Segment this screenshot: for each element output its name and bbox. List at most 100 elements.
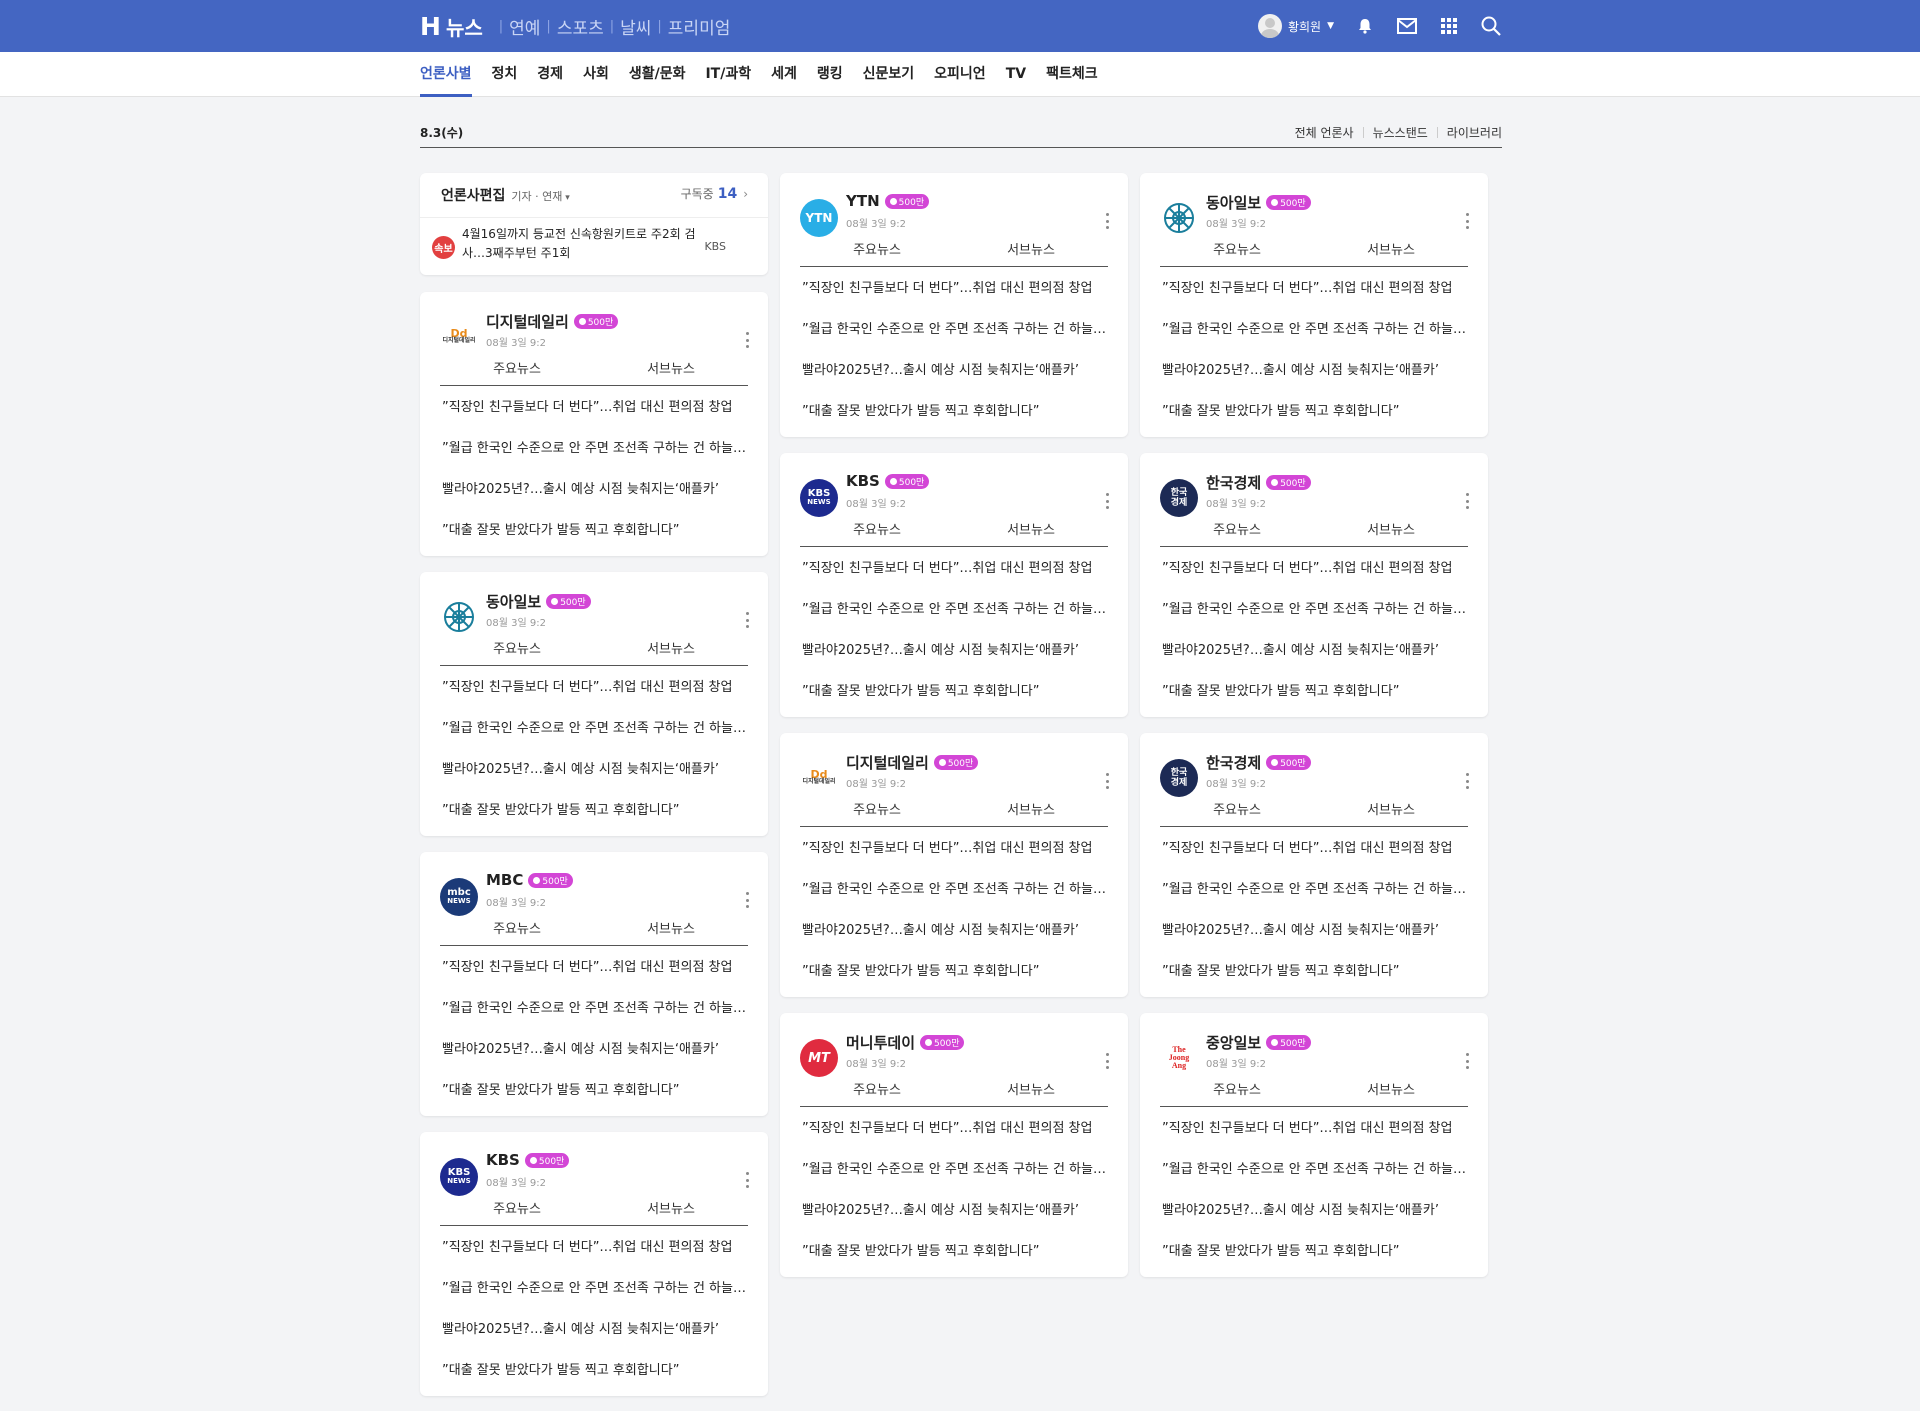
more-options-icon[interactable] [744, 1172, 750, 1188]
headline-item[interactable]: 빨라야2025년?…출시 예상 시점 늦춰지는‘애플카’ [442, 478, 748, 519]
more-options-icon[interactable] [1464, 213, 1470, 229]
press-name[interactable]: 디지털데일리 [486, 311, 569, 332]
tab-9[interactable]: 오피니언 [934, 52, 986, 97]
headline-item[interactable]: ”직장인 친구들보다 더 번다”…취업 대신 편의점 창업 [442, 676, 748, 717]
tab-8[interactable]: 신문보기 [863, 52, 915, 97]
more-options-icon[interactable] [1464, 493, 1470, 509]
headline-item[interactable]: ”월급 한국인 수준으로 안 주면 조선족 구하는 건 하늘의 별따기” [1162, 318, 1468, 359]
headline-item[interactable]: ”대출 잘못 받았다가 발등 찍고 후회합니다” [802, 400, 1108, 441]
headline-item[interactable]: ”월급 한국인 수준으로 안 주면 조선족 구하는 건 하늘의 별따기” [802, 598, 1108, 639]
headline-item[interactable]: 빨라야2025년?…출시 예상 시점 늦춰지는‘애플카’ [442, 1038, 748, 1079]
headline-item[interactable]: 빨라야2025년?…출시 예상 시점 늦춰지는‘애플카’ [442, 1318, 748, 1359]
tab-4[interactable]: 생활/문화 [629, 52, 686, 97]
headline-item[interactable]: 빨라야2025년?…출시 예상 시점 늦춰지는‘애플카’ [802, 639, 1108, 680]
headline-item[interactable]: ”월급 한국인 수준으로 안 주면 조선족 구하는 건 하늘의 별따기” [442, 717, 748, 758]
tab-main-news[interactable]: 주요뉴스 [440, 920, 594, 945]
mail-icon[interactable] [1396, 15, 1418, 37]
press-name[interactable]: 한국경제 [1206, 752, 1261, 773]
tab-7[interactable]: 랭킹 [817, 52, 843, 97]
press-name[interactable]: 중앙일보 [1206, 1032, 1261, 1053]
tab-main-news[interactable]: 주요뉴스 [800, 241, 954, 266]
headline-item[interactable]: 빨라야2025년?…출시 예상 시점 늦춰지는‘애플카’ [442, 758, 748, 799]
tab-sub-news[interactable]: 서브뉴스 [594, 920, 748, 945]
headline-item[interactable]: ”직장인 친구들보다 더 번다”…취업 대신 편의점 창업 [442, 396, 748, 437]
tab-main-news[interactable]: 주요뉴스 [1160, 241, 1314, 266]
headline-item[interactable]: ”월급 한국인 수준으로 안 주면 조선족 구하는 건 하늘의 별따기” [442, 1277, 748, 1318]
more-options-icon[interactable] [744, 332, 750, 348]
headline-item[interactable]: 빨라야2025년?…출시 예상 시점 늦춰지는‘애플카’ [802, 359, 1108, 400]
more-options-icon[interactable] [1104, 213, 1110, 229]
headline-item[interactable]: ”대출 잘못 받았다가 발등 찍고 후회합니다” [1162, 960, 1468, 1001]
more-options-icon[interactable] [1104, 493, 1110, 509]
tab-sub-news[interactable]: 서브뉴스 [1314, 801, 1468, 826]
link-newsstand[interactable]: 뉴스스탠드 [1373, 124, 1428, 141]
headline-item[interactable]: ”직장인 친구들보다 더 번다”…취업 대신 편의점 창업 [442, 1236, 748, 1277]
tab-sub-news[interactable]: 서브뉴스 [954, 521, 1108, 546]
tab-sub-news[interactable]: 서브뉴스 [594, 360, 748, 385]
grid-icon[interactable] [1438, 15, 1460, 37]
tab-main-news[interactable]: 주요뉴스 [800, 1081, 954, 1106]
tab-sub-news[interactable]: 서브뉴스 [1314, 241, 1468, 266]
more-options-icon[interactable] [1464, 773, 1470, 789]
more-options-icon[interactable] [1104, 773, 1110, 789]
more-options-icon[interactable] [1104, 1053, 1110, 1069]
tab-2[interactable]: 경제 [537, 52, 563, 97]
press-name[interactable]: MBC [486, 871, 523, 889]
headline-item[interactable]: ”직장인 친구들보다 더 번다”…취업 대신 편의점 창업 [802, 557, 1108, 598]
headline-item[interactable]: 빨라야2025년?…출시 예상 시점 늦춰지는‘애플카’ [1162, 639, 1468, 680]
tab-0[interactable]: 언론사별 [420, 52, 472, 97]
tab-main-news[interactable]: 주요뉴스 [800, 521, 954, 546]
logo-text[interactable]: 뉴스 [446, 12, 483, 41]
headline-item[interactable]: ”대출 잘못 받았다가 발등 찍고 후회합니다” [442, 1359, 748, 1400]
tab-1[interactable]: 정치 [492, 52, 518, 97]
headline-item[interactable]: ”대출 잘못 받았다가 발등 찍고 후회합니다” [1162, 680, 1468, 721]
tab-10[interactable]: TV [1006, 52, 1026, 97]
user-menu[interactable]: 황희원 ▼ [1257, 14, 1334, 38]
press-name[interactable]: 동아일보 [486, 591, 541, 612]
headline-item[interactable]: ”대출 잘못 받았다가 발등 찍고 후회합니다” [442, 519, 748, 560]
headline-item[interactable]: ”월급 한국인 수준으로 안 주면 조선족 구하는 건 하늘의 별따기” [802, 878, 1108, 919]
headline-item[interactable]: ”월급 한국인 수준으로 안 주면 조선족 구하는 건 하늘의 별따기” [802, 1158, 1108, 1199]
service-link-entertainment[interactable]: 연예 [509, 14, 540, 39]
headline-item[interactable]: 빨라야2025년?…출시 예상 시점 늦춰지는‘애플카’ [1162, 359, 1468, 400]
headline-item[interactable]: ”대출 잘못 받았다가 발등 찍고 후회합니다” [1162, 400, 1468, 441]
headline-item[interactable]: ”직장인 친구들보다 더 번다”…취업 대신 편의점 창업 [1162, 837, 1468, 878]
headline-item[interactable]: ”직장인 친구들보다 더 번다”…취업 대신 편의점 창업 [1162, 1117, 1468, 1158]
headline-item[interactable]: ”대출 잘못 받았다가 발등 찍고 후회합니다” [442, 799, 748, 840]
tab-5[interactable]: IT/과학 [705, 52, 751, 97]
breaking-headline[interactable]: 4월16일까지 등교전 신속항원키트로 주2회 검사…3째주부턴 주1회 [462, 225, 702, 263]
tab-main-news[interactable]: 주요뉴스 [440, 1200, 594, 1225]
tab-sub-news[interactable]: 서브뉴스 [954, 241, 1108, 266]
headline-item[interactable]: ”월급 한국인 수준으로 안 주면 조선족 구하는 건 하늘의 별따기” [802, 318, 1108, 359]
tab-11[interactable]: 팩트체크 [1046, 52, 1098, 97]
logo-icon[interactable]: H [420, 12, 441, 41]
headline-item[interactable]: ”월급 한국인 수준으로 안 주면 조선족 구하는 건 하늘의 별따기” [1162, 598, 1468, 639]
press-name[interactable]: KBS [486, 1151, 520, 1169]
service-link-weather[interactable]: 날씨 [620, 14, 651, 39]
headline-item[interactable]: ”직장인 친구들보다 더 번다”…취업 대신 편의점 창업 [802, 277, 1108, 318]
headline-item[interactable]: ”대출 잘못 받았다가 발등 찍고 후회합니다” [1162, 1240, 1468, 1281]
more-options-icon[interactable] [1464, 1053, 1470, 1069]
headline-item[interactable]: 빨라야2025년?…출시 예상 시점 늦춰지는‘애플카’ [802, 919, 1108, 960]
headline-item[interactable]: ”월급 한국인 수준으로 안 주면 조선족 구하는 건 하늘의 별따기” [442, 437, 748, 478]
headline-item[interactable]: ”월급 한국인 수준으로 안 주면 조선족 구하는 건 하늘의 별따기” [1162, 878, 1468, 919]
tab-main-news[interactable]: 주요뉴스 [440, 360, 594, 385]
subscribed-count-link[interactable]: 구독중 14 › [681, 185, 748, 202]
bell-icon[interactable] [1354, 15, 1376, 37]
tab-main-news[interactable]: 주요뉴스 [440, 640, 594, 665]
headline-item[interactable]: 빨라야2025년?…출시 예상 시점 늦춰지는‘애플카’ [1162, 1199, 1468, 1240]
service-link-premium[interactable]: 프리미엄 [668, 14, 731, 39]
press-name[interactable]: 동아일보 [1206, 192, 1261, 213]
press-name[interactable]: 디지털데일리 [846, 752, 929, 773]
tab-main-news[interactable]: 주요뉴스 [1160, 521, 1314, 546]
link-all-press[interactable]: 전체 언론사 [1295, 124, 1354, 141]
tab-main-news[interactable]: 주요뉴스 [1160, 1081, 1314, 1106]
press-name[interactable]: YTN [846, 192, 880, 210]
tab-sub-news[interactable]: 서브뉴스 [594, 1200, 748, 1225]
headline-item[interactable]: 빨라야2025년?…출시 예상 시점 늦춰지는‘애플카’ [1162, 919, 1468, 960]
tab-sub-news[interactable]: 서브뉴스 [594, 640, 748, 665]
tab-main-news[interactable]: 주요뉴스 [1160, 801, 1314, 826]
tab-sub-news[interactable]: 서브뉴스 [1314, 1081, 1468, 1106]
headline-item[interactable]: ”대출 잘못 받았다가 발등 찍고 후회합니다” [442, 1079, 748, 1120]
link-library[interactable]: 라이브러리 [1447, 124, 1502, 141]
